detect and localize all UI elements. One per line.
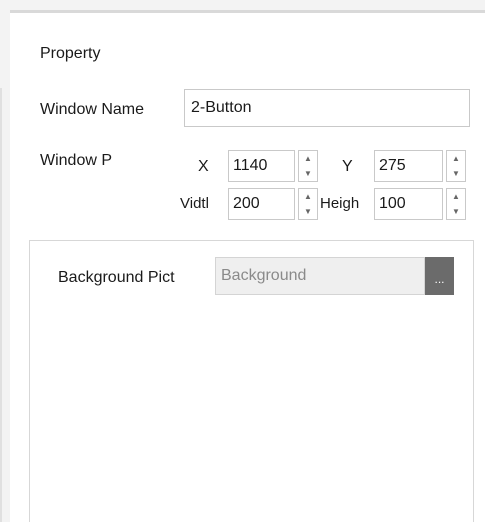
browse-button[interactable]: ... [425, 257, 454, 295]
spin-up-icon[interactable]: ▲ [447, 151, 465, 166]
spin-up-icon[interactable]: ▲ [299, 151, 317, 166]
y-spinner[interactable]: ▲ ▼ [446, 150, 466, 182]
x-spinner[interactable]: ▲ ▼ [298, 150, 318, 182]
background-picture-label: Background Pict [58, 269, 175, 286]
background-picture-field[interactable]: Background [215, 257, 425, 295]
width-input[interactable]: 200 [228, 188, 295, 220]
window-position-label: Window P [40, 152, 113, 169]
panel-divider [0, 88, 2, 522]
width-label: Vidtl [180, 195, 209, 212]
spin-up-icon[interactable]: ▲ [299, 189, 317, 204]
x-input[interactable]: 1140 [228, 150, 295, 182]
y-input[interactable]: 275 [374, 150, 443, 182]
window-name-field[interactable]: 2-Button [184, 89, 470, 127]
spin-down-icon[interactable]: ▼ [299, 204, 317, 219]
y-label: Y [342, 158, 353, 175]
height-label: Heigh [320, 195, 360, 212]
panel-title: Property [40, 45, 101, 62]
height-spinner[interactable]: ▲ ▼ [446, 188, 466, 220]
height-input[interactable]: 100 [374, 188, 443, 220]
spin-down-icon[interactable]: ▼ [447, 166, 465, 181]
spin-up-icon[interactable]: ▲ [447, 189, 465, 204]
spin-down-icon[interactable]: ▼ [299, 166, 317, 181]
spin-down-icon[interactable]: ▼ [447, 204, 465, 219]
x-label: X [198, 158, 209, 175]
width-spinner[interactable]: ▲ ▼ [298, 188, 318, 220]
window-name-label: Window Name [40, 101, 145, 118]
